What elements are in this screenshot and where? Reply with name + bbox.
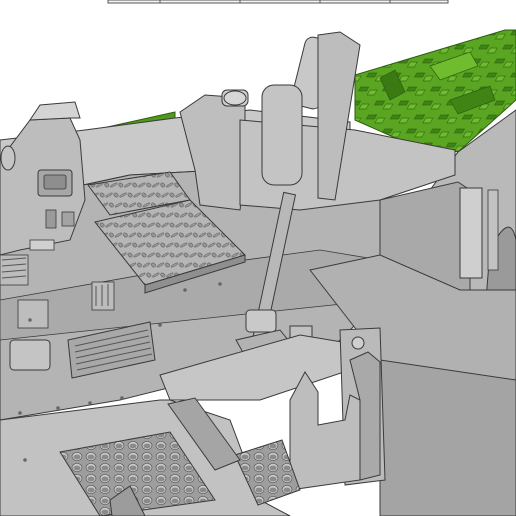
front-body xyxy=(0,397,301,516)
model-render xyxy=(0,0,516,516)
view-toolbar[interactable] xyxy=(107,0,449,4)
left-turret xyxy=(0,101,86,256)
cad-viewport[interactable] xyxy=(0,0,516,516)
vent-grille-icon xyxy=(0,254,29,286)
toolbar-strip-icon[interactable] xyxy=(107,0,449,4)
rod-handle-icon xyxy=(261,84,303,186)
rivet-icon xyxy=(56,406,60,410)
